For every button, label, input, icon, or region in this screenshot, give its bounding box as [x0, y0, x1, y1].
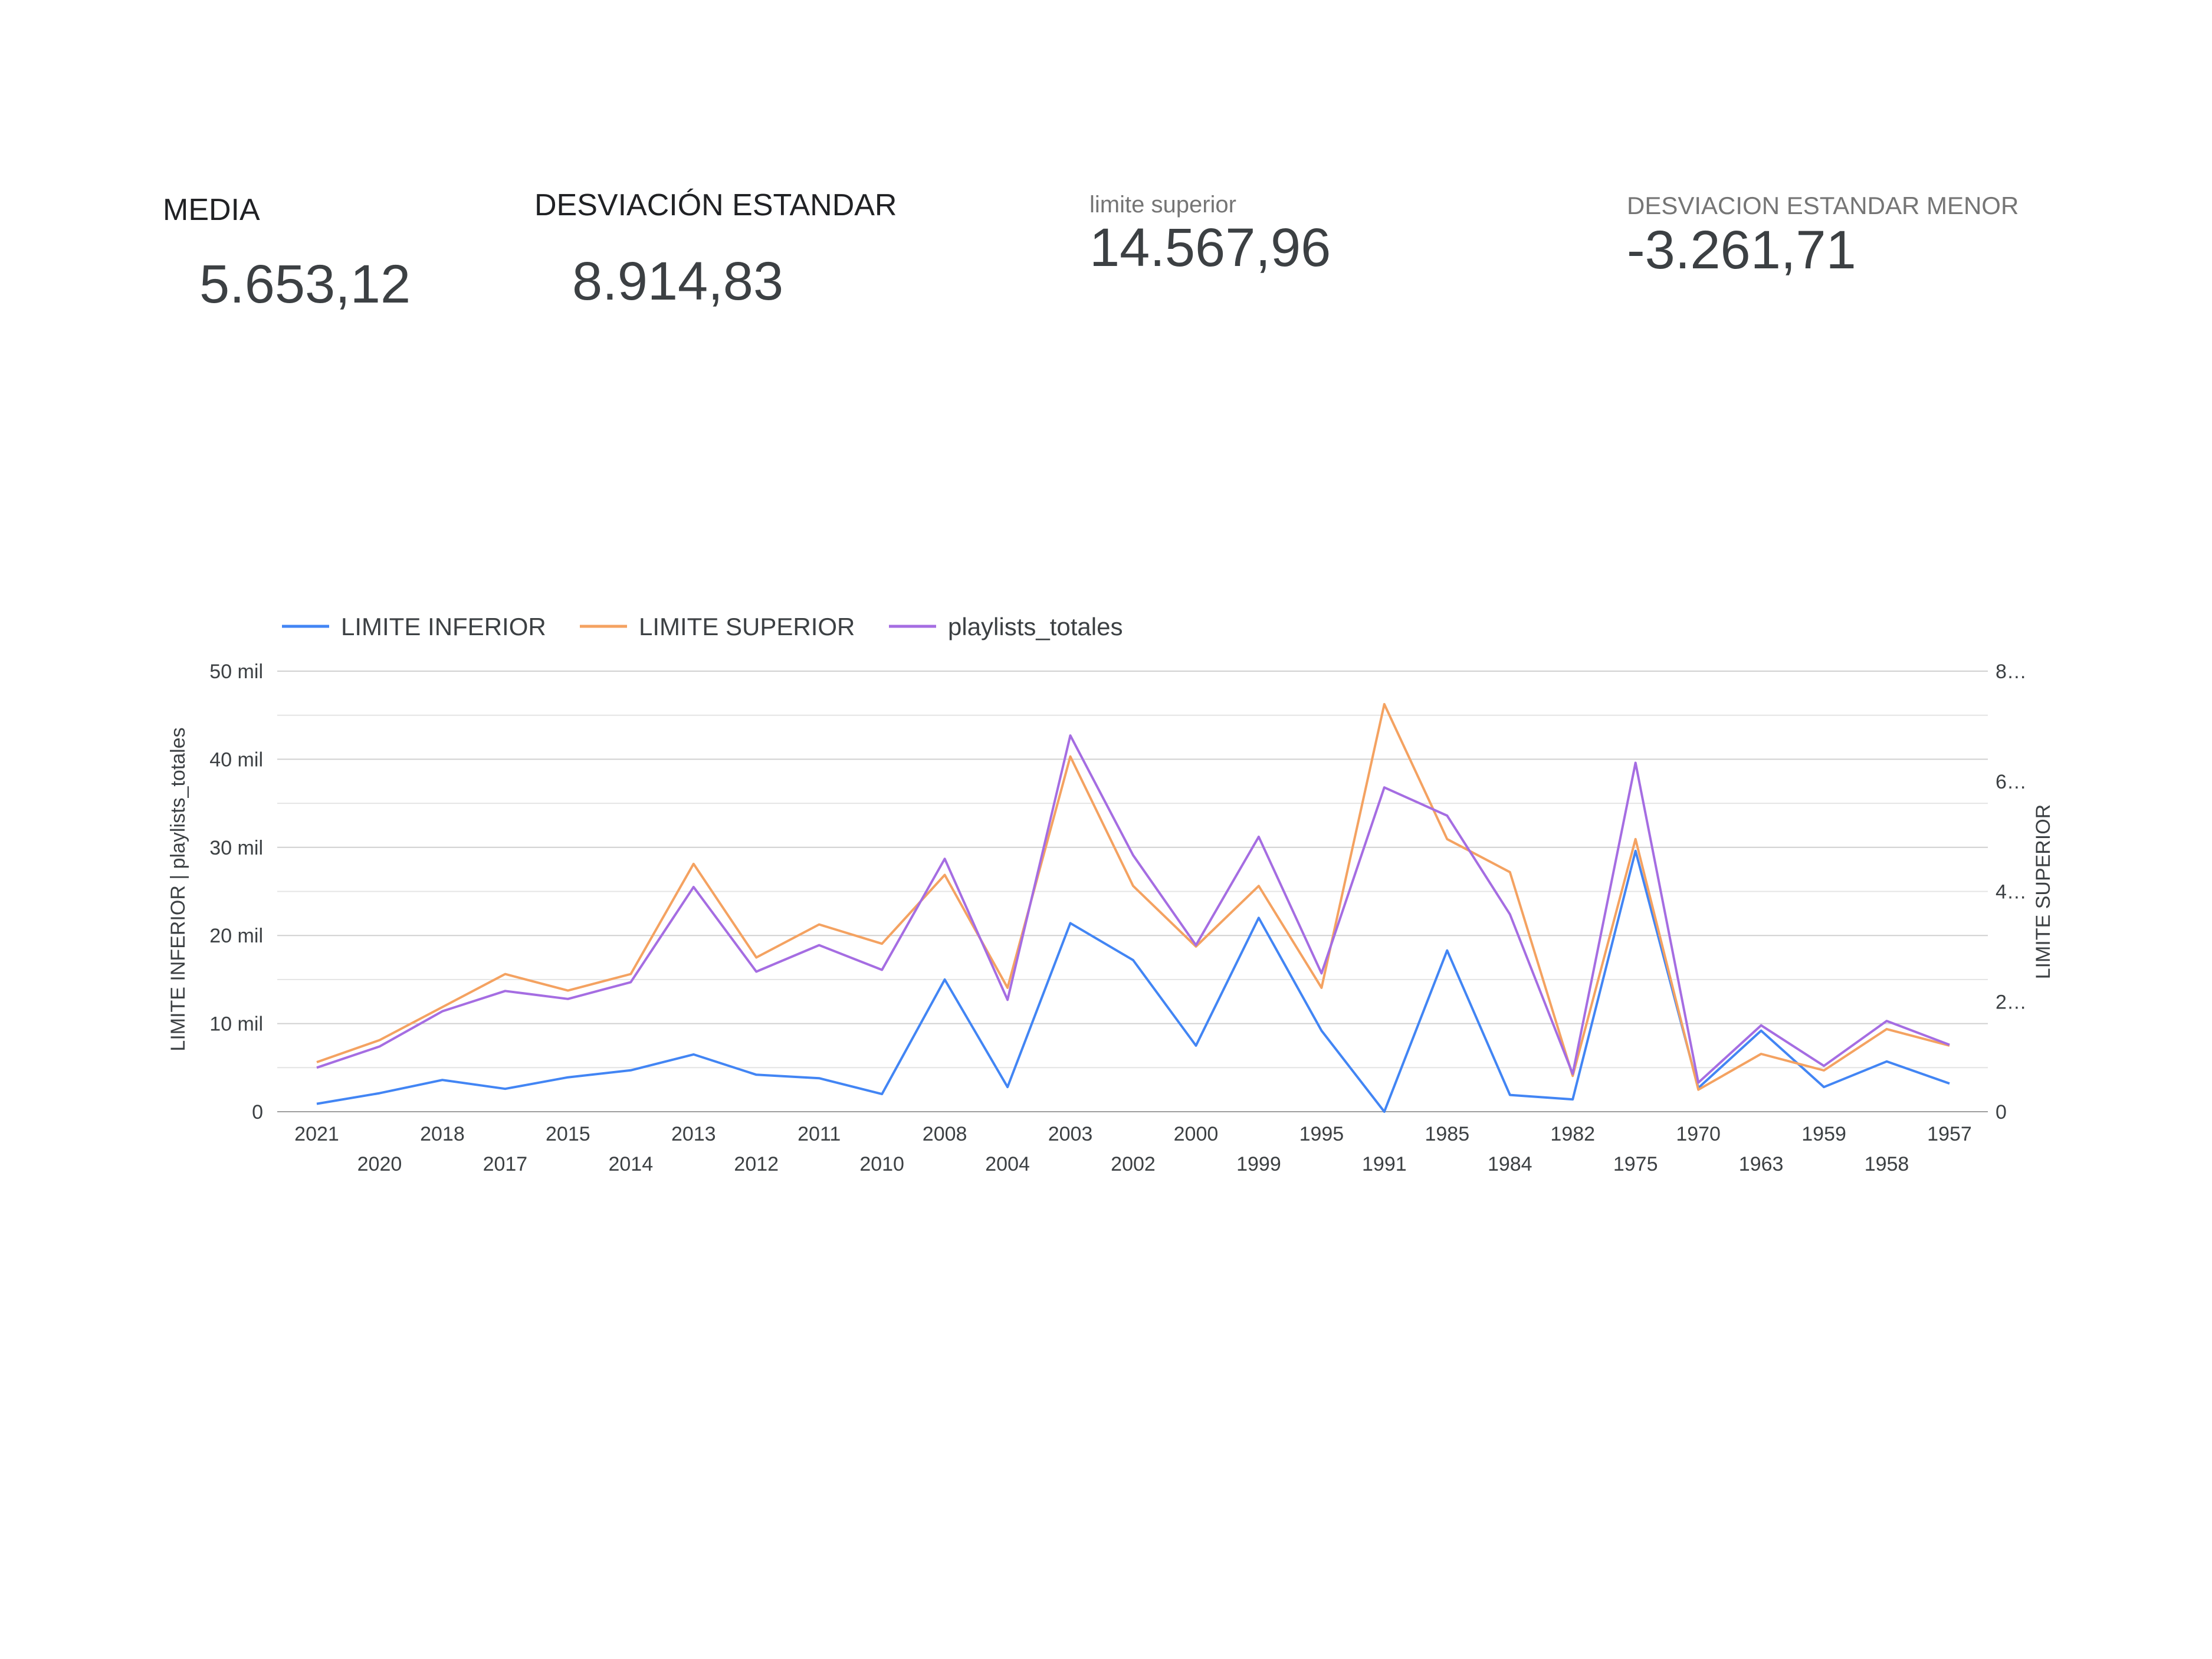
series-line-playlists-totales[interactable]	[316, 734, 1950, 1084]
left-axis-ticks: 0 10 mil 20 mil 30 mil 40 mil 50 mil	[209, 661, 263, 1123]
series-line-limite-inferior[interactable]	[316, 849, 1950, 1113]
x-tick-label: 2002	[1111, 1153, 1156, 1175]
x-tick-label: 2017	[483, 1153, 528, 1175]
right-tick-label: 2…	[1996, 991, 2027, 1013]
x-tick-label: 1970	[1676, 1123, 1721, 1145]
x-tick-label: 1959	[1801, 1123, 1846, 1145]
x-tick-label: 1958	[1865, 1153, 1909, 1175]
left-axis-title: LIMITE INFERIOR | playlists_totales	[167, 727, 189, 1051]
series-line-limite-superior[interactable]	[316, 703, 1950, 1091]
left-tick-label: 20 mil	[209, 925, 263, 947]
right-tick-label: 6…	[1996, 771, 2027, 793]
x-tick-label: 2020	[357, 1153, 402, 1175]
x-tick-label: 2015	[546, 1123, 590, 1145]
legend-label[interactable]: LIMITE SUPERIOR	[639, 613, 855, 640]
right-tick-label: 8…	[1996, 661, 2027, 683]
legend-label[interactable]: playlists_totales	[948, 613, 1123, 640]
right-tick-label: 0	[1996, 1101, 2007, 1123]
x-tick-label: 1985	[1425, 1123, 1469, 1145]
x-tick-label: 1957	[1927, 1123, 1972, 1145]
x-tick-label: 2000	[1174, 1123, 1219, 1145]
x-tick-label: 2008	[923, 1123, 967, 1145]
x-tick-label: 1995	[1299, 1123, 1344, 1145]
chart-legend[interactable]: LIMITE INFERIOR LIMITE SUPERIOR playlists_…	[282, 613, 1123, 640]
x-axis-ticks: 2021 2020 2018 2017 2015 2014 2013 2012 2011 2010…	[294, 1123, 1972, 1175]
left-tick-label: 10 mil	[209, 1013, 263, 1036]
x-tick-label: 2012	[734, 1153, 779, 1175]
right-tick-label: 4…	[1996, 881, 2027, 904]
right-axis-ticks: 0 2… 4… 6… 8…	[1996, 661, 2027, 1123]
chart-series	[316, 703, 1950, 1113]
x-tick-label: 1963	[1739, 1153, 1784, 1175]
x-tick-label: 2018	[420, 1123, 465, 1145]
x-tick-label: 2010	[859, 1153, 904, 1175]
x-tick-label: 1975	[1613, 1153, 1658, 1175]
x-tick-label: 1991	[1362, 1153, 1407, 1175]
x-tick-label: 2021	[294, 1123, 339, 1145]
x-tick-label: 2014	[608, 1153, 653, 1175]
legend-label[interactable]: LIMITE INFERIOR	[341, 613, 546, 640]
chart-gridlines	[277, 671, 1988, 1112]
left-tick-label: 0	[252, 1101, 263, 1123]
x-tick-label: 1999	[1236, 1153, 1281, 1175]
x-tick-label: 1982	[1550, 1123, 1595, 1145]
x-tick-label: 2011	[797, 1123, 841, 1145]
left-tick-label: 30 mil	[209, 837, 263, 859]
left-tick-label: 40 mil	[209, 748, 263, 771]
x-tick-label: 1984	[1488, 1153, 1532, 1175]
line-chart: LIMITE INFERIOR LIMITE SUPERIOR playlists_…	[167, 613, 2055, 1175]
x-tick-label: 2003	[1048, 1123, 1093, 1145]
right-axis-title: LIMITE SUPERIOR	[2032, 804, 2055, 980]
x-tick-label: 2013	[671, 1123, 716, 1145]
x-tick-label: 2004	[985, 1153, 1030, 1175]
left-tick-label: 50 mil	[209, 661, 263, 683]
